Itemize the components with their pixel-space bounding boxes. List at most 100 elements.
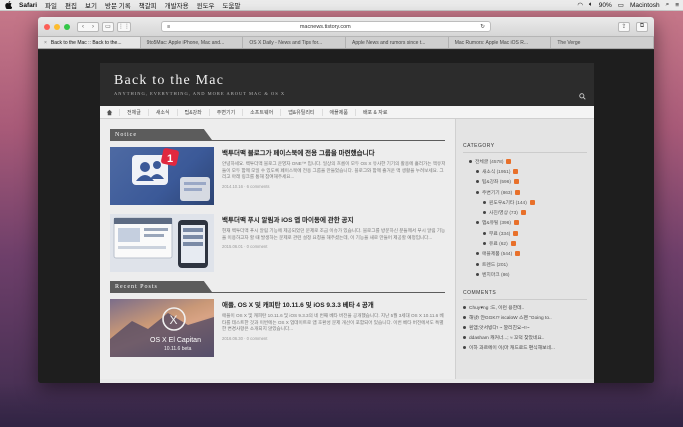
- menu-bookmarks[interactable]: 책갈피: [139, 0, 157, 10]
- category-label[interactable]: 유료 (62): [489, 240, 508, 247]
- category-item[interactable]: 사진/영상 (73): [463, 207, 587, 217]
- computer-name[interactable]: Macintosh: [630, 2, 660, 9]
- nav-item-all[interactable]: 전체글: [119, 108, 148, 116]
- comment-item[interactable]: 해냈! 얀GGK!? iscaloW 스펜 "Going to..: [463, 313, 587, 323]
- post-item[interactable]: X OS X El Capitan 10.11.6 beta 애플, OS X …: [110, 299, 455, 357]
- battery-percent[interactable]: 90%: [599, 2, 612, 9]
- category-item[interactable]: 새소식 (1951): [463, 166, 587, 176]
- comment-text[interactable]: 해냈! 얀GGK!? iscaloW 스펜 "Going to..: [469, 314, 552, 321]
- address-url[interactable]: macnews.tistory.com: [170, 24, 480, 30]
- category-label[interactable]: 벤치마크 (86): [482, 271, 510, 278]
- nav-item-peripherals[interactable]: 주변기기: [208, 108, 242, 116]
- tab-osxdaily[interactable]: OS X Daily - News and Tips for...: [243, 37, 347, 48]
- spotlight-icon[interactable]: ⌕: [666, 1, 670, 9]
- comment-text[interactable]: 흰앰;앗서빙다! ~ 깔리친요~!!~: [469, 324, 530, 331]
- rss-icon[interactable]: [510, 241, 516, 247]
- rss-icon[interactable]: [515, 189, 521, 195]
- rss-icon[interactable]: [513, 179, 519, 185]
- category-item[interactable]: 벤치마크 (86): [463, 269, 587, 279]
- comment-item[interactable]: 이하 과르에이 이(마 캐드로드 편식해보네...: [463, 343, 587, 353]
- notification-center-icon[interactable]: ≡: [675, 2, 679, 9]
- share-button[interactable]: ⇪: [618, 21, 630, 32]
- category-item[interactable]: 애플제품 (544): [463, 249, 587, 259]
- menu-history[interactable]: 방문 기록: [105, 0, 131, 10]
- menu-window[interactable]: 윈도우: [197, 0, 215, 10]
- back-arrow-icon[interactable]: ‹: [82, 24, 84, 30]
- minimize-window-button[interactable]: [54, 23, 60, 30]
- menu-help[interactable]: 도움말: [223, 0, 241, 10]
- post-item[interactable]: 백투더맥 푸시 알림과 iOS 앱 마이동에 관한 공지 현재 백투더맥 푸시 …: [110, 214, 455, 272]
- tab-apple-news[interactable]: Apple News and rumors since t...: [346, 37, 449, 48]
- wifi-icon[interactable]: ◠: [577, 1, 583, 9]
- rss-icon[interactable]: [513, 220, 519, 226]
- nav-item-downloads[interactable]: 배포 & 자료: [354, 108, 395, 116]
- category-label[interactable]: 사진/영상 (73): [489, 209, 518, 216]
- category-item[interactable]: 주변기기 (863): [463, 187, 587, 197]
- address-bar[interactable]: ≡ macnews.tistory.com ↻: [161, 21, 491, 32]
- search-icon[interactable]: [579, 93, 586, 100]
- post-title[interactable]: 백투더맥 푸시 알림과 iOS 앱 마이동에 관한 공지: [222, 214, 447, 224]
- close-window-button[interactable]: [44, 23, 50, 30]
- apple-menu-icon[interactable]: [4, 1, 12, 9]
- tab-9to5mac[interactable]: 9to5Mac: Apple iPhone, Mac and...: [141, 37, 244, 48]
- comment-item[interactable]: 흰앰;앗서빙다! ~ 깔리친요~!!~: [463, 323, 587, 333]
- sidebar-toggle-button[interactable]: ▭: [102, 21, 114, 32]
- nav-item-tips[interactable]: 팁&강좌: [176, 108, 209, 116]
- category-item[interactable]: 전체글 (4578): [463, 156, 587, 166]
- battery-icon[interactable]: ▭: [618, 1, 624, 9]
- category-label[interactable]: 앱&유틸 (396): [482, 219, 511, 226]
- post-title[interactable]: 애플, OS X 및 캐피탄 10.11.6 및 iOS 9.3.3 베타 4 …: [222, 299, 447, 309]
- forward-arrow-icon[interactable]: ›: [92, 24, 94, 30]
- category-item[interactable]: 앱&유틸 (396): [463, 218, 587, 228]
- post-item[interactable]: 1 백투더맥 블로그가 페이스북에 전용 그룹을 마련했습니다 안녕하세요. 백…: [110, 147, 455, 205]
- menu-develop[interactable]: 개발자용: [165, 0, 189, 10]
- rss-icon[interactable]: [506, 158, 512, 164]
- tab-back-to-the-mac[interactable]: × Back to the Mac :: Back to the...: [38, 37, 141, 48]
- facebook-group-thumbnail[interactable]: 1: [110, 147, 214, 205]
- zoom-window-button[interactable]: [64, 23, 70, 30]
- category-label[interactable]: 새소식 (1951): [482, 168, 510, 175]
- nav-item-software[interactable]: 소프트웨어: [242, 108, 280, 116]
- comment-text[interactable]: ddasham 캐커너...; ≈ 꼬덕 찾았네요..: [469, 334, 544, 341]
- category-item[interactable]: 윈도우&기타 (144): [463, 197, 587, 207]
- nav-item-apple-products[interactable]: 애플제품: [321, 108, 355, 116]
- category-label[interactable]: 애플제품 (544): [482, 250, 512, 257]
- tab-macrumors[interactable]: Mac Rumors: Apple Mac iOS R...: [449, 37, 552, 48]
- rss-icon[interactable]: [515, 251, 521, 257]
- home-icon[interactable]: [106, 109, 113, 116]
- menu-file[interactable]: 파일: [45, 0, 57, 10]
- back-forward-buttons[interactable]: ‹ ›: [77, 21, 99, 32]
- category-label[interactable]: 주변기기 (863): [482, 189, 512, 196]
- post-title[interactable]: 백투더맥 블로그가 페이스북에 전용 그룹을 마련했습니다: [222, 147, 447, 157]
- show-all-tabs-button[interactable]: ⧉: [636, 21, 648, 32]
- el-capitan-thumbnail[interactable]: X OS X El Capitan 10.11.6 beta: [110, 299, 214, 357]
- category-label[interactable]: 윈도우&기타 (144): [489, 199, 527, 206]
- rss-icon[interactable]: [513, 230, 519, 236]
- tab-the-verge[interactable]: The Verge: [551, 37, 654, 48]
- ios-app-thumbnail[interactable]: [110, 214, 214, 272]
- category-label[interactable]: 트렌드 (201): [482, 261, 508, 268]
- reload-icon[interactable]: ↻: [480, 24, 485, 30]
- top-sites-button[interactable]: ⋮⋮: [117, 21, 131, 32]
- comment-text[interactable]: Chuy♥ng :드, 이런 용한데..: [469, 304, 524, 311]
- menu-view[interactable]: 보기: [85, 0, 97, 10]
- menu-edit[interactable]: 편집: [65, 0, 77, 10]
- category-label[interactable]: 무료 (334): [489, 230, 510, 237]
- category-item[interactable]: 팁&강좌 (596): [463, 177, 587, 187]
- category-item[interactable]: 유료 (62): [463, 238, 587, 248]
- volume-icon[interactable]: 🔈︎: [589, 1, 593, 9]
- category-item[interactable]: 무료 (334): [463, 228, 587, 238]
- menu-app-name[interactable]: Safari: [19, 2, 37, 9]
- rss-icon[interactable]: [513, 168, 519, 174]
- category-item[interactable]: 트렌드 (201): [463, 259, 587, 269]
- category-label[interactable]: 팁&강좌 (596): [482, 178, 511, 185]
- site-title[interactable]: Back to the Mac: [114, 73, 580, 89]
- nav-item-apps[interactable]: 앱&유틸리티: [280, 108, 321, 116]
- rss-icon[interactable]: [529, 199, 535, 205]
- category-label[interactable]: 전체글 (4578): [475, 158, 503, 165]
- comment-item[interactable]: Chuy♥ng :드, 이런 용한데..: [463, 303, 587, 313]
- comment-item[interactable]: ddasham 캐커너...; ≈ 꼬덕 찾았네요..: [463, 333, 587, 343]
- comment-text[interactable]: 이하 과르에이 이(마 캐드로드 편식해보네...: [469, 344, 555, 351]
- nav-item-news[interactable]: 새소식: [147, 108, 177, 116]
- close-tab-icon[interactable]: ×: [44, 40, 47, 46]
